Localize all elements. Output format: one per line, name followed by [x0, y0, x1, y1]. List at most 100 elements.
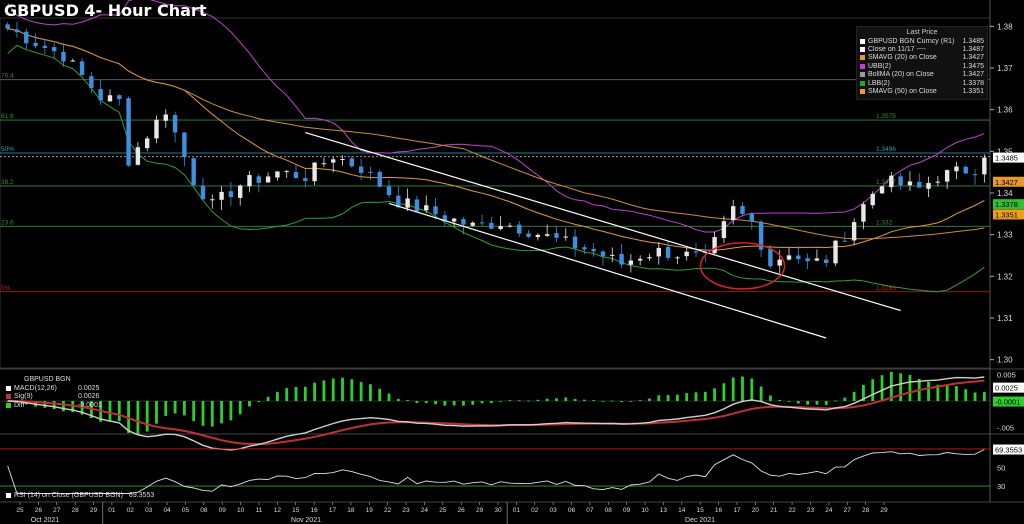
channel-line	[305, 132, 901, 312]
candle-body	[461, 219, 466, 225]
macd-signal-line	[7, 379, 985, 446]
date-tick-label: 27	[53, 507, 61, 514]
candle-body	[117, 95, 122, 100]
legend-swatch	[860, 89, 865, 95]
date-tick-label: 21	[770, 507, 778, 514]
legend-item-value: 1.3487	[962, 46, 984, 54]
date-tick-label: 16	[715, 507, 723, 514]
macd-diff-bar	[136, 401, 140, 435]
macd-diff-bar	[703, 391, 707, 401]
candle-body	[70, 60, 75, 62]
macd-legend-name: Sig(9)	[14, 393, 33, 401]
legend-swatch	[860, 72, 865, 78]
candle-body	[591, 248, 596, 252]
candle-body	[712, 236, 717, 254]
candle-body	[851, 222, 857, 241]
candle-body	[182, 132, 187, 158]
macd-diff-bar	[229, 401, 233, 421]
candle-body	[833, 240, 838, 264]
macd-diff-bar	[648, 398, 651, 401]
date-tick-label: 26	[35, 507, 43, 514]
price-legend: Last Price GBPUSD BGN Curncy (R1) 1.3485 C…	[856, 26, 988, 100]
legend-item-value: 1.3427	[962, 54, 984, 62]
macd-diff-bar	[285, 388, 289, 401]
legend-item: BollMA (20) on Close 1.3427	[860, 71, 984, 79]
fib-left-label: 38.2	[1, 179, 14, 186]
date-tick-label: 01	[108, 507, 116, 514]
macd-diff-bar	[210, 401, 214, 427]
macd-diff-bar	[657, 395, 661, 401]
candle-body	[172, 115, 178, 133]
candle-body	[963, 166, 968, 174]
date-tick-label: 02	[531, 507, 539, 514]
candle-body	[907, 181, 913, 186]
candle-body	[321, 163, 327, 165]
price-tick-label: 1.36	[997, 106, 1013, 115]
candle-body	[768, 249, 773, 267]
candle-body	[451, 218, 457, 222]
date-tick-label: 30	[494, 507, 502, 514]
candle-body	[479, 222, 485, 224]
legend-item-name: BollMA (20) on Close	[868, 71, 934, 79]
candle-body	[331, 159, 336, 163]
smavg50-line	[7, 28, 985, 240]
macd-diff-bar	[573, 398, 577, 401]
macd-diff-bar	[155, 401, 158, 424]
price-tick-label: 1.31	[997, 314, 1013, 323]
macd-legend-value: -0.0001	[78, 401, 102, 409]
macd-diff-bar	[396, 398, 400, 401]
macd-diff-bar	[117, 401, 121, 422]
date-tick-label: 22	[788, 507, 796, 514]
fib-right-label: 1.332	[876, 219, 893, 226]
price-tick-label: 1.33	[997, 231, 1013, 240]
fib-left-label: 76.4	[1, 73, 14, 80]
fib-left-label: 50%	[1, 146, 14, 153]
candle-body	[805, 258, 810, 262]
macd-diff-bar	[685, 393, 689, 401]
date-tick-label: 14	[678, 507, 686, 514]
macd-diff-bar	[406, 400, 410, 401]
candle-body	[954, 166, 959, 172]
date-tick-label: 07	[586, 507, 594, 514]
candle-body	[898, 176, 903, 186]
macd-diff-bar	[871, 379, 875, 401]
candle-body	[842, 240, 848, 242]
macd-diff-bar	[303, 386, 307, 401]
candle-body	[582, 247, 587, 250]
macd-diff-bar	[834, 400, 837, 402]
candle-body	[619, 253, 624, 265]
candle-body	[405, 198, 410, 208]
date-tick-label: 09	[219, 507, 227, 514]
macd-diff-bar	[331, 378, 335, 401]
legend-item: SMAVG (50) on Close 1.3351	[860, 87, 984, 95]
macd-diff-bar	[145, 401, 149, 432]
candle-body	[489, 222, 494, 229]
candle-body	[312, 162, 317, 182]
macd-diff-bar	[266, 396, 270, 401]
candle-body	[879, 186, 885, 194]
macd-diff-bar	[982, 391, 986, 401]
date-tick-label: 23	[807, 507, 815, 514]
price-tick-label: 1.37	[997, 64, 1013, 73]
macd-diff-bar	[899, 373, 903, 401]
candle-body	[275, 171, 280, 178]
legend-item-value: 1.3475	[962, 62, 984, 70]
candle-body	[889, 175, 894, 188]
rsi-legend: RSI (14) on Close (GBPUSD BGN) 69.3553	[6, 491, 154, 500]
rsi-legend-value: 69.3553	[128, 491, 155, 499]
macd-diff-bar	[350, 379, 354, 401]
legend-item: Close on 11/17 ---- 1.3487	[860, 45, 984, 53]
legend-item: UBB(2) 1.3475	[860, 62, 984, 70]
macd-legend-swatch	[6, 394, 11, 400]
candle-body	[284, 171, 289, 173]
candlesticks	[5, 21, 987, 274]
macd-diff-bar	[555, 398, 558, 401]
macd-diff-bar	[852, 391, 856, 401]
candle-body	[982, 157, 987, 175]
macd-diff-bar	[359, 382, 363, 401]
candle-body	[944, 170, 950, 182]
candle-body	[572, 236, 578, 249]
date-tick-label: 09	[623, 507, 631, 514]
candle-body	[368, 171, 373, 173]
legend-swatch	[860, 38, 865, 44]
